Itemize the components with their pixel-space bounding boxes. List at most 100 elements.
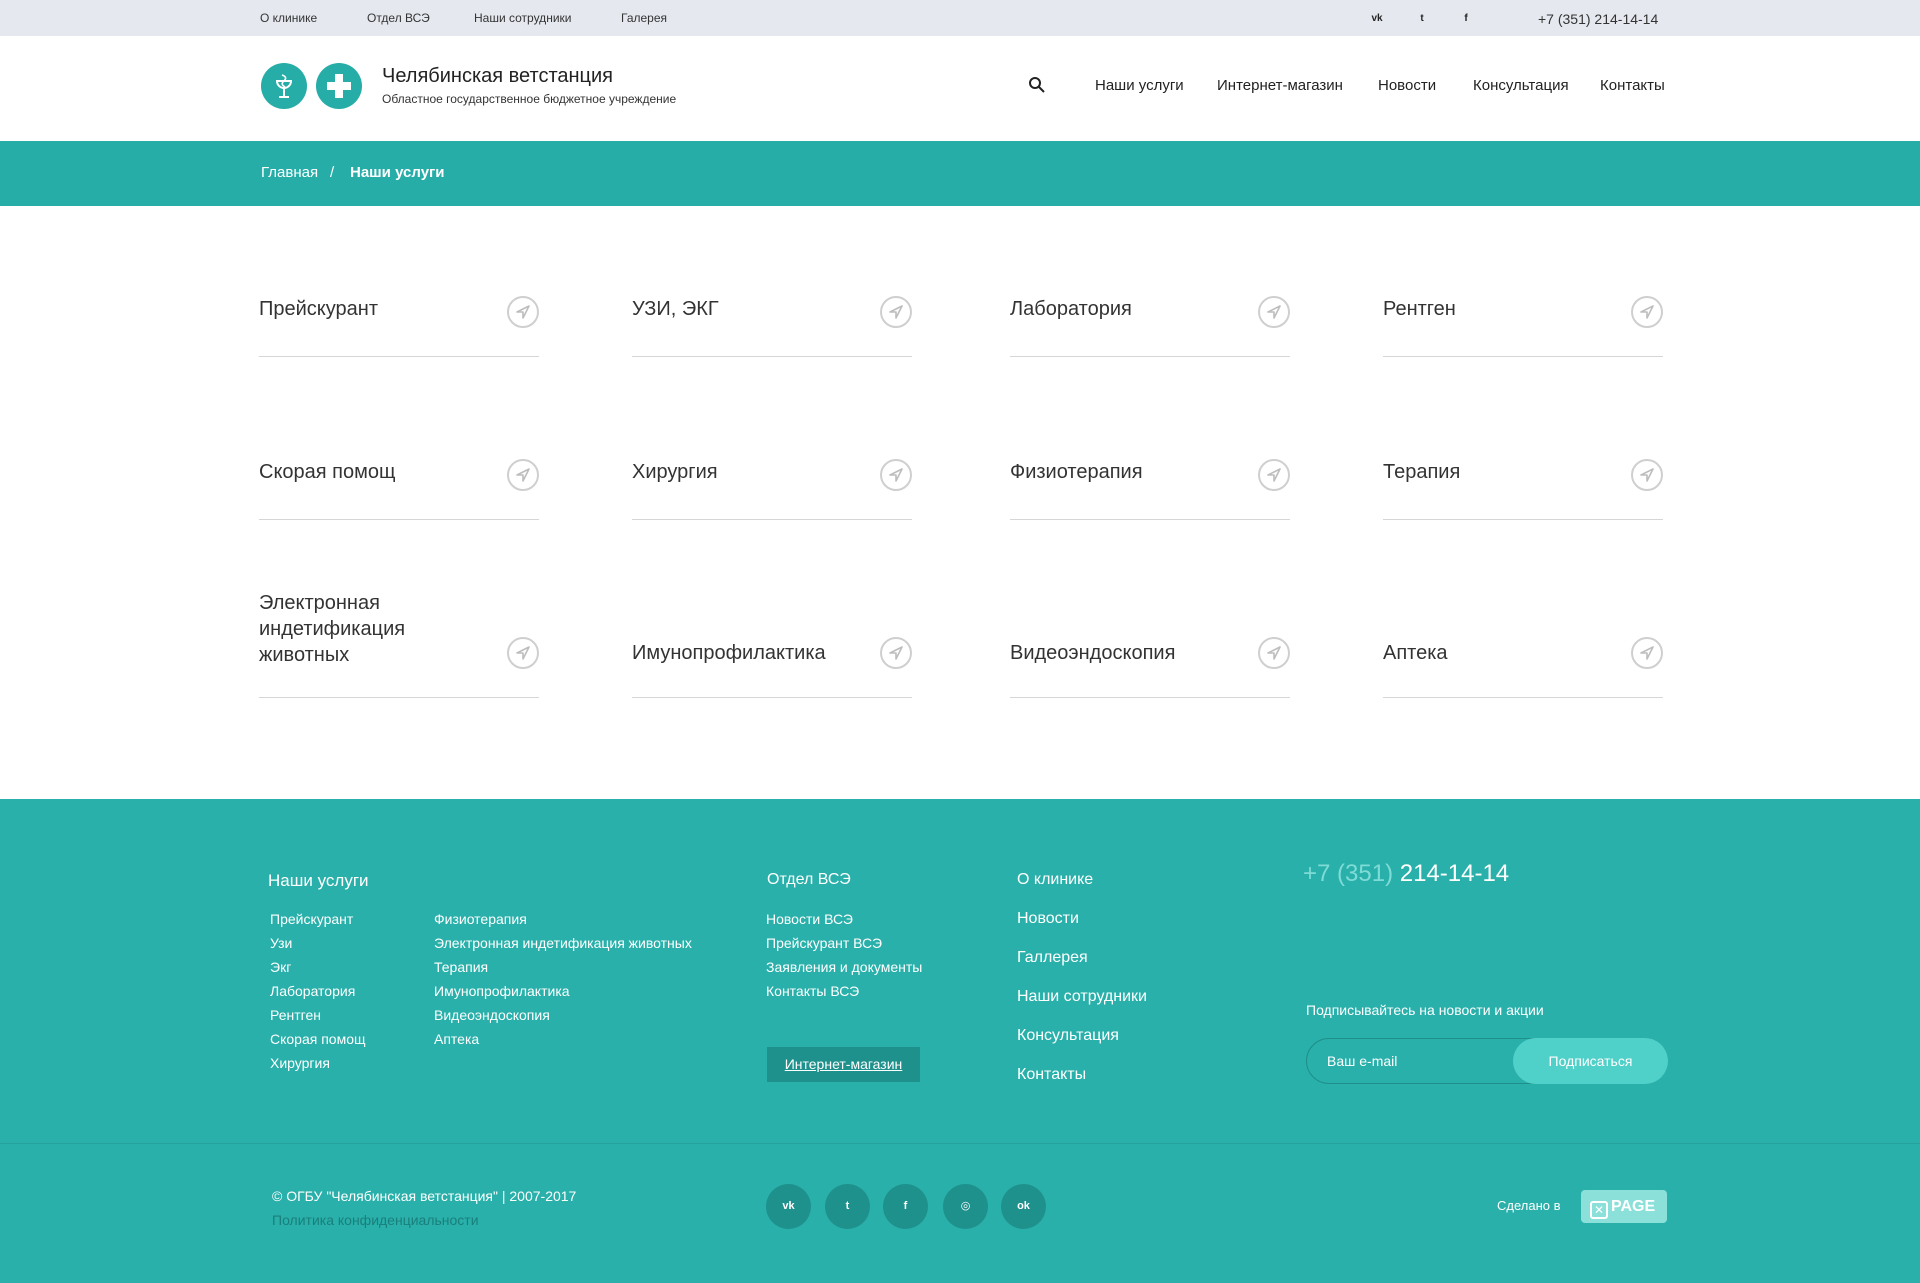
navigation-arrow-icon[interactable]: [880, 459, 912, 491]
footer-menu-link[interactable]: О клинике: [1017, 871, 1093, 889]
footer-divider: [0, 1143, 1920, 1144]
navigation-arrow-icon[interactable]: [1631, 296, 1663, 328]
navigation-arrow-icon[interactable]: [1258, 296, 1290, 328]
x-box-icon: ✕: [1590, 1201, 1608, 1219]
service-card-physiotherapy[interactable]: Физиотерапия: [1010, 443, 1290, 520]
navigation-arrow-icon[interactable]: [1258, 637, 1290, 669]
footer-service-link[interactable]: Электронная индетификация животных: [434, 935, 692, 951]
navigation-arrow-icon[interactable]: [507, 637, 539, 669]
footer-vse-link[interactable]: Контакты ВСЭ: [766, 983, 859, 999]
footer-service-link[interactable]: Имунопрофилактика: [434, 983, 570, 999]
footer-service-link[interactable]: Физиотерапия: [434, 911, 527, 927]
navigation-arrow-icon[interactable]: [1631, 637, 1663, 669]
service-card-endoscopy[interactable]: Видеоэндоскопия: [1010, 590, 1290, 698]
footer-service-link[interactable]: Хирургия: [270, 1055, 330, 1071]
footer-vse-title[interactable]: Отдел ВСЭ: [767, 871, 851, 889]
footer-phone[interactable]: +7 (351) 214-14-14: [1303, 860, 1509, 888]
top-link-about[interactable]: О клинике: [260, 11, 317, 25]
navigation-arrow-icon[interactable]: [507, 296, 539, 328]
footer-vse-link[interactable]: Заявления и документы: [766, 959, 922, 975]
site-footer: Наши услуги Прейскурант Узи Экг Лаборато…: [0, 799, 1920, 1283]
phone-number: 214-14-14: [1399, 860, 1510, 887]
xpage-logo-text: PAGE: [1611, 1198, 1656, 1215]
subscribe-button[interactable]: Подписаться: [1513, 1038, 1668, 1084]
nav-news[interactable]: Новости: [1378, 77, 1436, 94]
top-bar: О клинике Отдел ВСЭ Наши сотрудники Гале…: [0, 0, 1920, 36]
medical-cross-icon[interactable]: [316, 63, 362, 109]
top-link-staff[interactable]: Наши сотрудники: [474, 11, 571, 25]
breadcrumb-current: Наши услуги: [350, 164, 445, 181]
service-card-therapy[interactable]: Терапия: [1383, 443, 1663, 520]
made-in-label: Сделано в: [1497, 1198, 1561, 1213]
service-card-pharmacy[interactable]: Аптека: [1383, 590, 1663, 698]
twitter-icon[interactable]: t: [825, 1184, 870, 1229]
instagram-icon[interactable]: ◎: [943, 1184, 988, 1229]
service-label: Физиотерапия: [1010, 461, 1143, 483]
footer-menu-link[interactable]: Галлерея: [1017, 949, 1088, 967]
top-phone[interactable]: +7 (351) 214-14-14: [1538, 11, 1658, 27]
service-label: Лаборатория: [1010, 298, 1132, 320]
site-header: Челябинская ветстанция Областное государ…: [0, 36, 1920, 141]
search-icon[interactable]: [1028, 76, 1046, 94]
email-input[interactable]: [1327, 1039, 1497, 1083]
facebook-icon[interactable]: f: [1459, 12, 1473, 26]
service-label: Терапия: [1383, 461, 1461, 483]
footer-service-link[interactable]: Экг: [270, 959, 291, 975]
footer-service-link[interactable]: Лаборатория: [270, 983, 355, 999]
service-label: Хирургия: [632, 461, 718, 483]
footer-menu-link[interactable]: Новости: [1017, 910, 1079, 928]
navigation-arrow-icon[interactable]: [1631, 459, 1663, 491]
footer-menu-link[interactable]: Наши сотрудники: [1017, 988, 1147, 1006]
service-label: Прейскурант: [259, 298, 378, 320]
twitter-icon[interactable]: t: [1415, 12, 1429, 26]
navigation-arrow-icon[interactable]: [507, 459, 539, 491]
top-link-gallery[interactable]: Галерея: [621, 11, 667, 25]
footer-menu-link[interactable]: Контакты: [1017, 1066, 1086, 1084]
vk-icon[interactable]: vk: [1370, 12, 1384, 26]
pharmacy-bowl-icon[interactable]: [261, 63, 307, 109]
service-card-ultrasound[interactable]: УЗИ, ЭКГ: [632, 280, 912, 357]
footer-service-link[interactable]: Прейскурант: [270, 911, 353, 927]
service-label: Электронная индетификация животных: [259, 592, 406, 666]
breadcrumb-home[interactable]: Главная: [261, 164, 318, 181]
site-subtitle: Областное государственное бюджетное учре…: [382, 92, 677, 106]
footer-services-title[interactable]: Наши услуги: [268, 871, 369, 891]
privacy-policy-link[interactable]: Политика конфиденциальности: [272, 1212, 479, 1228]
service-card-chipping[interactable]: Электронная индетификация животных: [259, 590, 539, 698]
navigation-arrow-icon[interactable]: [880, 296, 912, 328]
service-label: Рентген: [1383, 298, 1456, 320]
vk-icon[interactable]: vk: [766, 1184, 811, 1229]
nav-consultation[interactable]: Консультация: [1473, 77, 1569, 94]
footer-menu-link[interactable]: Консультация: [1017, 1027, 1119, 1045]
service-card-xray[interactable]: Рентген: [1383, 280, 1663, 357]
service-card-emergency[interactable]: Скорая помощ: [259, 443, 539, 520]
footer-service-link[interactable]: Видеоэндоскопия: [434, 1007, 550, 1023]
nav-contacts[interactable]: Контакты: [1600, 77, 1665, 94]
copyright: © ОГБУ "Челябинская ветстанция" | 2007-2…: [272, 1188, 577, 1204]
navigation-arrow-icon[interactable]: [1258, 459, 1290, 491]
service-card-immunization[interactable]: Имунопрофилактика: [632, 590, 912, 698]
top-link-vse[interactable]: Отдел ВСЭ: [367, 11, 430, 25]
breadcrumb-separator: /: [330, 164, 335, 181]
service-label: Аптека: [1383, 642, 1448, 664]
footer-service-link[interactable]: Терапия: [434, 959, 488, 975]
shop-button[interactable]: Интернет-магазин: [767, 1047, 920, 1082]
nav-shop[interactable]: Интернет-магазин: [1217, 77, 1343, 94]
footer-vse-link[interactable]: Новости ВСЭ: [766, 911, 853, 927]
footer-service-link[interactable]: Узи: [270, 935, 292, 951]
service-label: Скорая помощ: [259, 461, 396, 483]
nav-services[interactable]: Наши услуги: [1095, 77, 1184, 94]
odnoklassniki-icon[interactable]: ok: [1001, 1184, 1046, 1229]
xpage-logo[interactable]: ✕ PAGE: [1581, 1190, 1667, 1223]
service-card-price[interactable]: Прейскурант: [259, 280, 539, 357]
facebook-icon[interactable]: f: [883, 1184, 928, 1229]
subscribe-label: Подписывайтесь на новости и акции: [1306, 1002, 1544, 1018]
service-card-surgery[interactable]: Хирургия: [632, 443, 912, 520]
footer-service-link[interactable]: Рентген: [270, 1007, 321, 1023]
footer-vse-link[interactable]: Прейскурант ВСЭ: [766, 935, 882, 951]
service-card-laboratory[interactable]: Лаборатория: [1010, 280, 1290, 357]
footer-service-link[interactable]: Скорая помощ: [270, 1031, 366, 1047]
footer-service-link[interactable]: Аптека: [434, 1031, 479, 1047]
navigation-arrow-icon[interactable]: [880, 637, 912, 669]
site-title[interactable]: Челябинская ветстанция: [382, 65, 613, 88]
